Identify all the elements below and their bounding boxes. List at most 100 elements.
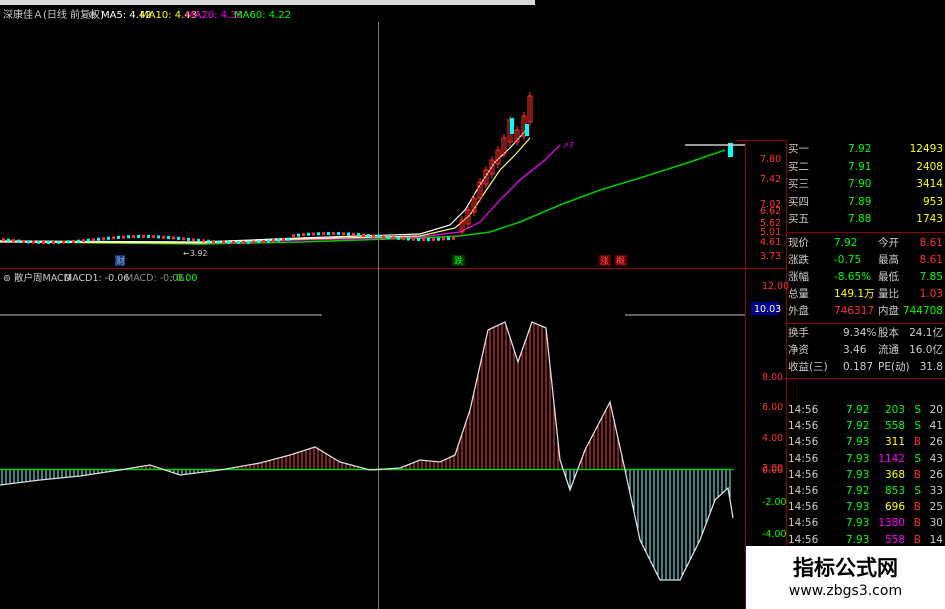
stat-label: 今开 [878, 237, 899, 249]
stat-label: 流通 [878, 344, 899, 356]
tick-row[interactable]: 14:56 7.92 203 S 20 [786, 402, 945, 418]
candle [27, 240, 30, 244]
tick-row[interactable]: 14:56 7.93 1142 S 43 [786, 451, 945, 467]
tick-row[interactable]: 14:56 7.93 368 B 26 [786, 467, 945, 483]
tick-row[interactable]: 14:56 7.93 311 B 26 [786, 434, 945, 450]
candle [427, 237, 430, 241]
candle [407, 237, 410, 241]
stat-label: 最高 [878, 254, 899, 266]
macd1-value: MACD1: -0.06 [64, 273, 129, 284]
tick-price: 7.92 [846, 485, 870, 497]
stat-value: 7.92 [834, 237, 858, 249]
candle [92, 238, 95, 242]
candle [432, 237, 435, 241]
stat-value: 3.46 [843, 344, 867, 356]
candle [122, 235, 125, 239]
ma60-line [0, 149, 726, 245]
quote-separator [786, 378, 945, 379]
quote-separator [786, 232, 945, 233]
candle [437, 237, 440, 241]
candle [112, 236, 115, 240]
order-volume: 3414 [916, 178, 943, 190]
candle [162, 235, 165, 239]
tick-price: 7.93 [846, 533, 870, 546]
tick-time: 14:56 [788, 485, 819, 497]
candle [152, 235, 155, 239]
tick-row[interactable]: 14:56 7.93 1380 B 30 [786, 515, 945, 531]
tick-time: 14:56 [788, 533, 819, 546]
order-label: 买一 [788, 143, 809, 155]
tick-time: 14:56 [788, 501, 819, 514]
candle [132, 235, 135, 239]
tick-volume: 1142 [878, 452, 905, 465]
candle [177, 236, 180, 240]
candle [352, 232, 355, 236]
tick-volume: 1380 [878, 517, 905, 530]
event-tag-zhang[interactable]: 涨 [600, 256, 609, 267]
event-tag-cai[interactable]: 财 [116, 255, 125, 267]
tick-count: 25 [929, 501, 943, 514]
order-book-row[interactable]: 买五 7.88 1743 [786, 211, 945, 227]
stat-row[interactable]: 外盘 746317 内盘 744708 [786, 303, 945, 319]
stat-row[interactable]: 换手 9.34% 股本 24.1亿 [786, 325, 945, 341]
order-book-row[interactable]: 买四 7.89 953 [786, 194, 945, 210]
tick-time: 14:56 [788, 420, 819, 433]
tick-side: S [914, 452, 921, 465]
stat-label: 收益(三) [788, 361, 828, 373]
stat-label: 内盘 [878, 305, 899, 317]
candle [347, 232, 350, 236]
indicator-zero-value: : 0.00 [170, 273, 197, 284]
candle [357, 233, 360, 237]
candle [267, 239, 270, 243]
stat-label: 总量 [788, 288, 809, 300]
ma60-label: MA60: 4.22 [234, 10, 291, 21]
stat-value: -8.65% [834, 271, 872, 283]
stat-row[interactable]: 净资 3.46 流通 16.0亿 [786, 342, 945, 358]
candle [362, 233, 365, 237]
stat-row[interactable]: 涨幅 -8.65% 最低 7.85 [786, 269, 945, 285]
watermark-url: www.zbgs3.com [788, 583, 903, 599]
ma10-line [0, 137, 531, 244]
candle [192, 238, 195, 242]
order-book-row[interactable]: 买一 7.92 12493 [786, 141, 945, 157]
candle [332, 232, 335, 236]
candle [242, 240, 245, 244]
order-book-row[interactable]: 买二 7.91 2408 [786, 159, 945, 175]
order-volume: 2408 [916, 160, 943, 173]
stat-label: 股本 [878, 327, 899, 339]
tick-row[interactable]: 14:56 7.92 558 S 41 [786, 418, 945, 434]
low-marker: ←3.92 [183, 249, 208, 258]
macd-axis-label: -2.00 [762, 497, 787, 508]
stat-row[interactable]: 收益(三) 0.187 PE(动) 31.8 [786, 359, 945, 375]
order-book-row[interactable]: 买三 7.90 3414 [786, 176, 945, 192]
tick-time: 14:56 [788, 452, 819, 465]
candle [282, 238, 285, 242]
tick-time: 14:56 [788, 436, 819, 449]
stat-row[interactable]: 总量 149.1万 量比 1.03 [786, 286, 945, 302]
stat-value: 31.8 [919, 361, 943, 373]
stat-row[interactable]: 涨跌 -0.75 最高 8.61 [786, 252, 945, 268]
tick-side: B [913, 468, 921, 481]
candle [127, 235, 130, 239]
macd-axis-label: 6.00 [762, 402, 783, 413]
candle [217, 240, 220, 244]
tick-row[interactable]: 14:56 7.93 696 B 25 [786, 499, 945, 515]
candle [2, 238, 5, 242]
price-axis-label: 7.80 [760, 154, 781, 165]
candle [337, 232, 340, 236]
stat-row[interactable]: 现价 7.92 今开 8.61 [786, 235, 945, 251]
tick-count: 43 [929, 452, 943, 465]
candle [87, 238, 90, 242]
candle [167, 236, 170, 240]
tick-price: 7.92 [846, 420, 870, 433]
settings-icon[interactable]: ⊚ [88, 10, 96, 21]
tick-time: 14:56 [788, 517, 819, 530]
candle [252, 240, 255, 244]
event-tag-gai[interactable]: 概 [616, 255, 625, 267]
candle [67, 240, 70, 244]
event-tag-die[interactable]: 跌 [454, 256, 463, 267]
tick-price: 7.93 [846, 436, 870, 449]
tick-row[interactable]: 14:56 7.92 853 S 33 [786, 483, 945, 499]
stat-value: 8.61 [919, 254, 943, 266]
indicator-settings-icon[interactable]: ⊚ [3, 273, 11, 284]
